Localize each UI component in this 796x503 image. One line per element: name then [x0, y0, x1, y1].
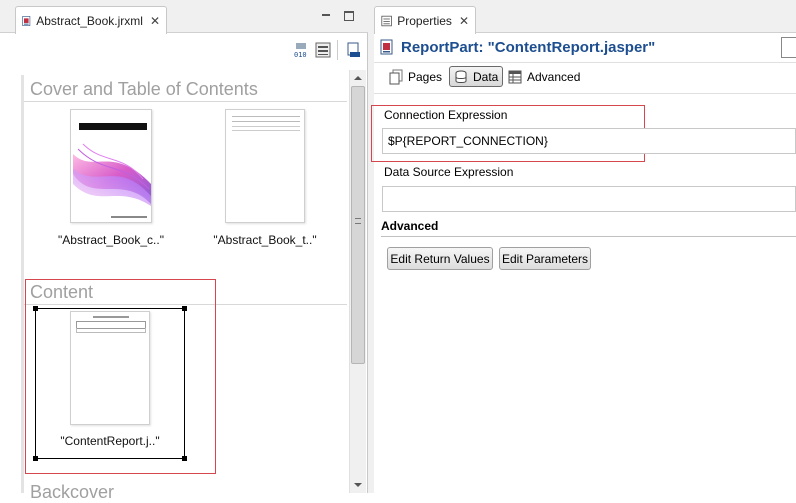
subtab-data-label: Data [473, 69, 499, 84]
report-part-icon [380, 39, 393, 55]
tab-properties-label: Properties [397, 13, 452, 28]
advanced-divider [381, 236, 796, 237]
header-search-field[interactable] [781, 37, 796, 58]
thumbnail-content-table [76, 328, 146, 333]
properties-header-title: ReportPart: "ContentReport.jasper" [401, 39, 656, 56]
subtab-divider [374, 93, 796, 94]
scrollbar-thumb[interactable] [351, 86, 365, 364]
datasource-expression-label: Data Source Expression [384, 165, 514, 179]
section-title-cover-toc: Cover and Table of Contents [30, 79, 258, 99]
thumbnail-cover[interactable] [70, 109, 152, 223]
toolbar-separator [337, 40, 338, 60]
subtab-pages[interactable]: Pages [388, 67, 442, 87]
subtab-data[interactable]: Data [449, 66, 503, 87]
maximize-icon[interactable] [344, 11, 354, 21]
subtab-advanced-label: Advanced [527, 70, 581, 84]
connection-expression-field[interactable]: $P{REPORT_CONNECTION} [382, 128, 796, 154]
header-divider [374, 62, 796, 63]
tab-properties[interactable]: Properties ✕ [374, 6, 476, 34]
thumbnail-toc-line [232, 130, 300, 131]
selection-handle[interactable] [182, 456, 187, 461]
thumbnail-toc-line [232, 116, 300, 117]
thumbnail-cover-header [79, 123, 147, 130]
svg-text:010: 010 [294, 51, 307, 58]
minimize-icon[interactable] [322, 14, 330, 16]
properties-icon [381, 15, 392, 26]
selection-handle[interactable] [182, 306, 187, 311]
connection-expression-label: Connection Expression [384, 108, 508, 122]
selection-handle[interactable] [33, 456, 38, 461]
thumbnail-cover-footer [111, 216, 147, 218]
list-view-icon[interactable] [315, 42, 331, 58]
subtab-pages-label: Pages [408, 70, 443, 84]
database-icon [455, 70, 467, 83]
properties-panel: Properties ✕ ReportPart: "ContentReport.… [371, 0, 796, 493]
caption-cover: "Abstract_Book_c.." [58, 233, 164, 247]
pages-icon [389, 69, 403, 85]
selection-handle[interactable] [33, 306, 38, 311]
scroll-up-arrow-icon[interactable] [354, 76, 362, 80]
edit-return-values-button[interactable]: Edit Return Values [387, 247, 493, 270]
grip-icon [355, 218, 361, 224]
export-icon[interactable] [346, 42, 362, 58]
section-divider [24, 101, 347, 102]
scroll-down-arrow-icon[interactable] [354, 483, 362, 487]
connection-expression-value: $P{REPORT_CONNECTION} [388, 134, 548, 148]
advanced-section-title: Advanced [381, 219, 439, 233]
editor-tab-label: Abstract_Book.jrxml [36, 13, 143, 28]
close-icon[interactable]: ✕ [150, 14, 160, 28]
editor-tab-abstract-book[interactable]: Abstract_Book.jrxml ✕ [15, 6, 167, 34]
left-panel: Abstract_Book.jrxml ✕ 010 Cover and Tabl… [0, 0, 368, 502]
thumbnail-content[interactable] [70, 311, 150, 425]
thumbnail-toc[interactable] [225, 109, 305, 223]
binary-icon[interactable]: 010 [293, 42, 309, 58]
vertical-scrollbar[interactable] [349, 70, 366, 493]
thumbnail-toc-line [232, 126, 300, 127]
table-icon [508, 70, 522, 84]
caption-toc: "Abstract_Book_t.." [213, 233, 317, 247]
subtab-advanced[interactable]: Advanced [508, 67, 580, 87]
thumbnail-content-title [93, 316, 129, 318]
report-file-icon [22, 15, 31, 26]
close-icon[interactable]: ✕ [459, 14, 469, 28]
thumbnail-cover-art [73, 143, 151, 206]
caption-content: "ContentReport.j.." [60, 434, 160, 448]
vertical-accent-line [21, 75, 24, 493]
edit-parameters-button[interactable]: Edit Parameters [499, 247, 591, 270]
datasource-expression-field[interactable] [382, 186, 796, 212]
thumbnail-toc-line [232, 121, 300, 122]
